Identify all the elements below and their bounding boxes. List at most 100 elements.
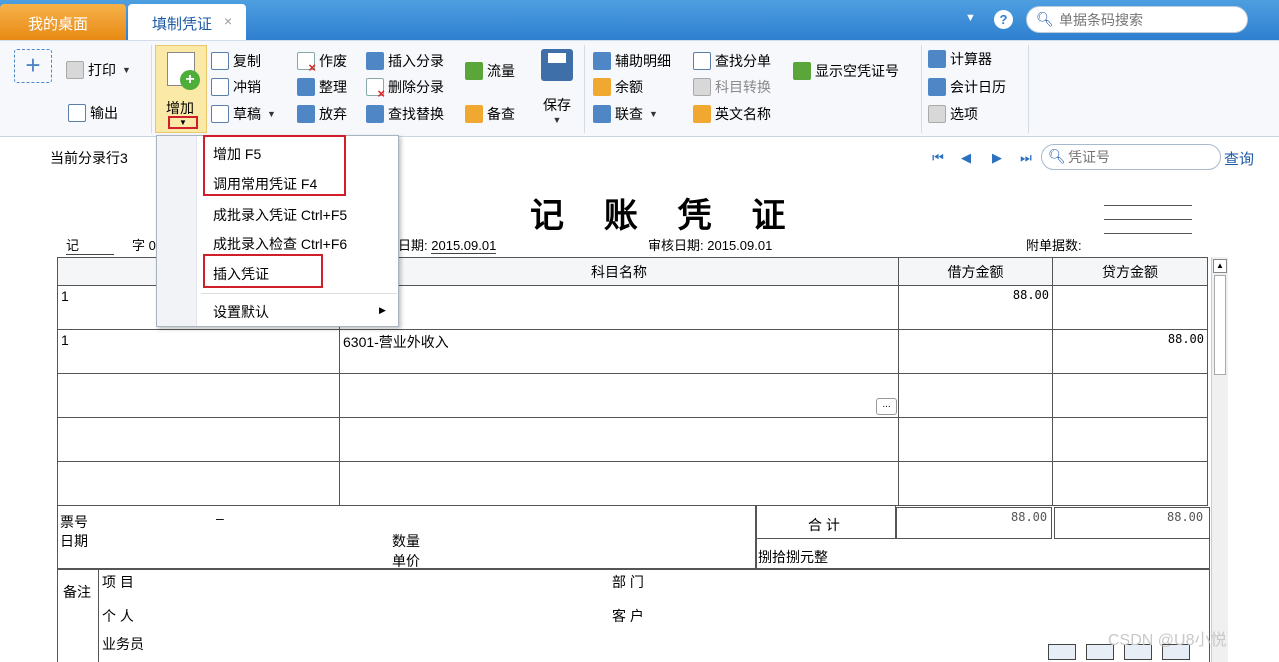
link-query-button[interactable]: 联查 ▼	[593, 104, 658, 124]
find-entry-button[interactable]: 查找分单	[693, 51, 771, 71]
abandon-button[interactable]: 放弃	[297, 104, 347, 124]
aux-detail-icon	[593, 52, 611, 70]
void-button[interactable]: 作废	[297, 51, 347, 75]
delete-entry-label: 删除分录	[388, 79, 444, 95]
voucher-number-lines	[1104, 205, 1192, 247]
backup-button[interactable]: 备查	[465, 104, 515, 124]
highlight-box	[203, 135, 346, 196]
scroll-thumb[interactable]	[1214, 275, 1226, 375]
vertical-scrollbar[interactable]: ▲	[1211, 257, 1228, 662]
divider	[1028, 45, 1029, 133]
tab-fill-voucher-label: 填制凭证	[152, 16, 213, 33]
person-label: 个 人	[102, 608, 134, 624]
credit-cell[interactable]	[1052, 461, 1208, 506]
account-cell[interactable]: 行存款	[339, 285, 899, 330]
debit-cell[interactable]	[898, 329, 1053, 374]
account-cell[interactable]	[339, 461, 899, 506]
find-replace-button[interactable]: 查找替换	[366, 104, 444, 124]
copy-button[interactable]: 复制	[211, 51, 261, 71]
reverse-label: 冲销	[233, 79, 261, 95]
flow-button[interactable]: 流量	[465, 61, 515, 81]
last-record-icon[interactable]: ⏭	[1018, 150, 1034, 166]
voucher-number-input[interactable]	[1068, 149, 1216, 165]
aux-detail-button[interactable]: 辅助明细	[593, 51, 671, 71]
accounting-calendar-button[interactable]: 会计日历	[928, 77, 1006, 97]
column-header-credit: 贷方金额	[1052, 257, 1208, 286]
add-button[interactable]: + 增加 ▼	[155, 45, 207, 133]
barcode-search[interactable]: 🔍︎	[1026, 6, 1248, 33]
account-convert-button[interactable]: 科目转换	[693, 77, 771, 97]
summary-cell[interactable]	[57, 417, 340, 462]
balance-button[interactable]: 余额	[593, 77, 643, 97]
insert-entry-button[interactable]: 插入分录	[366, 51, 444, 71]
credit-cell[interactable]	[1052, 285, 1208, 330]
reverse-button[interactable]: 冲销	[211, 77, 261, 97]
new-button[interactable]: +	[14, 49, 52, 83]
print-button[interactable]: 打印 ▼	[66, 60, 131, 80]
credit-cell[interactable]	[1052, 417, 1208, 462]
debit-cell[interactable]	[898, 373, 1053, 418]
voucher-zi: 字 0	[132, 235, 156, 254]
account-cell[interactable]: 6301-营业外收入	[339, 329, 899, 374]
scroll-up-icon[interactable]: ▲	[1213, 259, 1227, 273]
debit-cell[interactable]	[898, 417, 1053, 462]
voucher-type[interactable]: 记	[66, 235, 114, 255]
chevron-down-icon[interactable]: ▼	[122, 65, 131, 75]
reverse-icon	[211, 78, 229, 96]
delete-entry-button[interactable]: 删除分录	[366, 77, 444, 101]
insert-entry-icon	[366, 52, 384, 70]
search-icon: 🔍︎	[1048, 148, 1066, 164]
close-icon[interactable]: ×	[224, 13, 232, 29]
link-query-label: 联查	[615, 106, 643, 122]
menu-item-batch-entry[interactable]: 成批录入凭证 Ctrl+F5	[213, 205, 347, 225]
calculator-icon	[928, 50, 946, 68]
summary-cell[interactable]	[57, 461, 340, 506]
table-row[interactable]	[57, 461, 1208, 506]
organize-button[interactable]: 整理	[297, 77, 347, 97]
menu-item-set-default[interactable]: 设置默认	[213, 302, 269, 322]
chevron-down-icon[interactable]: ▼	[649, 109, 658, 119]
english-name-button[interactable]: 英文名称	[693, 104, 771, 124]
account-reference-button[interactable]: ...	[876, 398, 897, 415]
summary-cell[interactable]	[57, 373, 340, 418]
next-record-icon[interactable]: ▶	[989, 150, 1005, 166]
query-link[interactable]: 查询	[1224, 148, 1254, 169]
previous-record-icon[interactable]: ◀	[958, 150, 974, 166]
account-cell[interactable]	[339, 373, 899, 418]
show-empty-voucher-no-button[interactable]: 显示空凭证号	[793, 61, 899, 81]
chevron-down-icon[interactable]: ▼	[537, 115, 577, 125]
table-row[interactable]	[57, 373, 1208, 418]
debit-cell[interactable]: 88.00	[898, 285, 1053, 330]
note-icon[interactable]	[1048, 644, 1076, 660]
project-label: 项 目	[102, 574, 134, 590]
calculator-button[interactable]: 计算器	[928, 49, 992, 69]
add-dropdown-arrow[interactable]: ▼	[168, 116, 198, 129]
voucher-number-search[interactable]: 🔍︎	[1041, 144, 1221, 170]
first-record-icon[interactable]: ⏮	[930, 150, 946, 166]
link-query-icon	[593, 105, 611, 123]
menu-item-batch-check[interactable]: 成批录入检查 Ctrl+F6	[213, 234, 347, 254]
help-icon[interactable]: ?	[994, 10, 1013, 29]
draft-button[interactable]: 草稿 ▼	[211, 104, 276, 124]
tab-my-desktop[interactable]: 我的桌面	[0, 4, 126, 40]
ticket-label: 票号	[60, 514, 88, 530]
show-empty-no-icon	[793, 62, 811, 80]
divider	[584, 45, 585, 133]
credit-cell[interactable]: 88.00	[1052, 329, 1208, 374]
tab-fill-voucher[interactable]: 填制凭证 ×	[128, 4, 246, 40]
summary-cell[interactable]: 1	[57, 329, 340, 374]
account-cell[interactable]	[339, 417, 899, 462]
submenu-arrow-icon: ▶	[379, 305, 386, 315]
barcode-search-input[interactable]	[1059, 10, 1239, 30]
table-row[interactable]	[57, 417, 1208, 462]
options-button[interactable]: 选项	[928, 104, 978, 124]
chevron-down-icon[interactable]: ▼	[965, 12, 976, 24]
save-button[interactable]: 保存 ▼	[537, 47, 577, 127]
debit-cell[interactable]	[898, 461, 1053, 506]
credit-cell[interactable]	[1052, 373, 1208, 418]
table-row[interactable]: 1 6301-营业外收入 88.00	[57, 329, 1208, 374]
voucher-date[interactable]: 日期: 2015.09.01	[398, 235, 497, 254]
quantity-label: 数量	[392, 533, 420, 549]
chevron-down-icon[interactable]: ▼	[267, 109, 276, 119]
export-button[interactable]: 输出	[68, 103, 118, 123]
